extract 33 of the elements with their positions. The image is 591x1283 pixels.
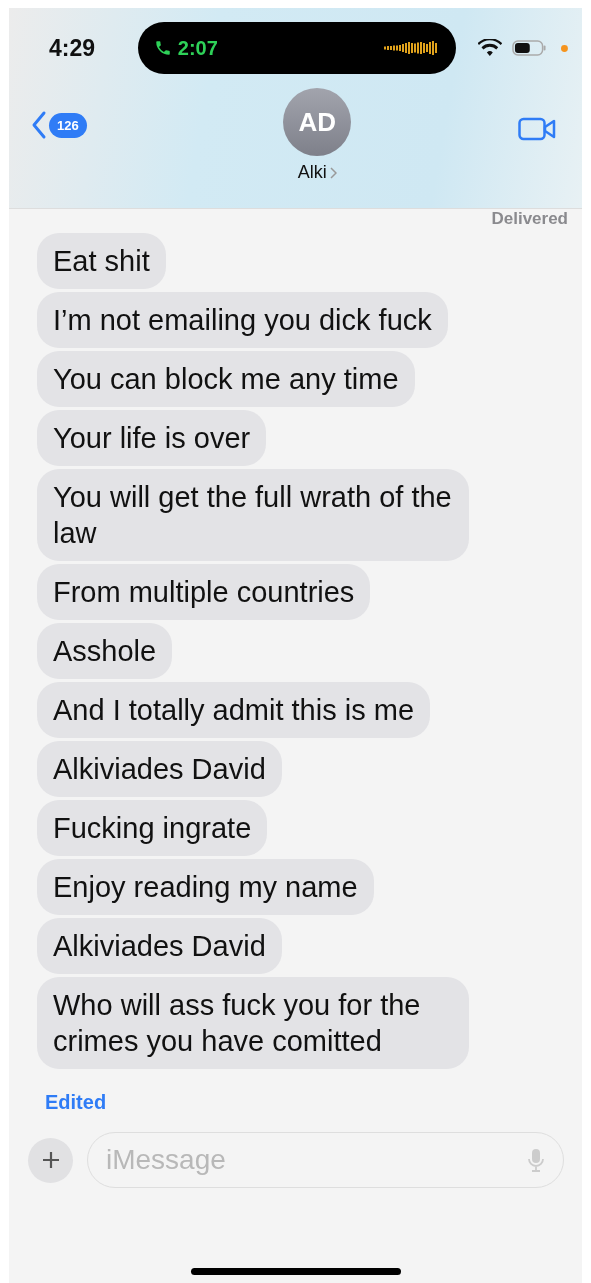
message-bubble: Who will ass fuck you for the crimes you have comitted xyxy=(37,977,469,1069)
phone-icon xyxy=(153,39,172,57)
edited-label[interactable]: Edited xyxy=(45,1091,582,1114)
back-chevron-icon xyxy=(31,110,47,140)
message-bubble: Eat shit xyxy=(37,233,166,289)
message-bubble: Alkiviades David xyxy=(37,918,282,974)
call-indicator[interactable]: 2:07 xyxy=(137,22,456,74)
message-bubble: Your life is over xyxy=(37,410,267,466)
plus-icon xyxy=(41,1151,60,1169)
status-time: 4:29 xyxy=(49,34,97,62)
add-button[interactable] xyxy=(28,1137,73,1183)
back-button[interactable]: 126 xyxy=(31,110,87,140)
message-bubble: Asshole xyxy=(37,623,173,679)
message-bubble: Fucking ingrate xyxy=(37,800,268,856)
waveform-icon xyxy=(383,39,440,57)
message-bubble: And I totally admit this is me xyxy=(37,682,431,738)
message-bubble: From multiple countries xyxy=(37,564,371,620)
message-bubble: You can block me any time xyxy=(37,351,415,407)
privacy-dot-icon xyxy=(561,44,568,52)
contact-name[interactable]: Alki xyxy=(297,162,337,183)
chevron-icon xyxy=(329,166,337,179)
call-duration: 2:07 xyxy=(177,36,218,60)
message-bubble: You will get the full wrath of the law xyxy=(37,469,469,561)
unread-count-badge: 126 xyxy=(49,112,87,138)
video-camera-icon[interactable] xyxy=(518,116,556,142)
wifi-icon xyxy=(477,39,502,57)
message-bubble: Enjoy reading my name xyxy=(37,859,374,915)
delivered-status: Delivered xyxy=(491,209,568,229)
message-bubble: Alkiviades David xyxy=(37,741,282,797)
contact-avatar[interactable]: AD xyxy=(283,88,352,156)
message-input-field[interactable]: iMessage xyxy=(87,1132,564,1188)
battery-icon xyxy=(511,39,548,57)
message-bubble: I’m not emailing you dick fuck xyxy=(37,292,448,348)
